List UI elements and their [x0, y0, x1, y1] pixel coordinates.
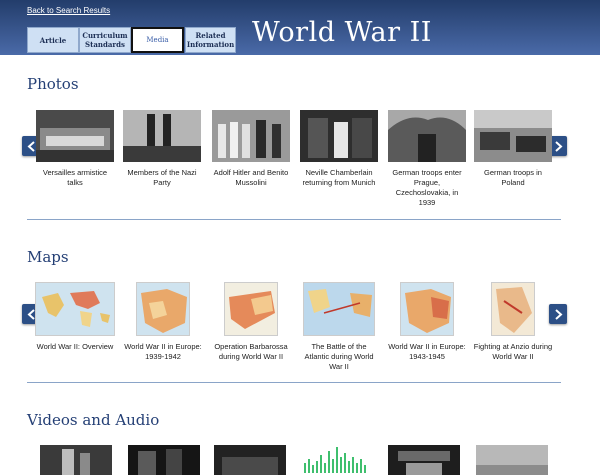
maps-section-title: Maps [27, 248, 69, 266]
map-item[interactable]: World War II in Europe: 1939-1942 [123, 282, 203, 362]
photo-item[interactable]: Neville Chamberlain returning from Munic… [299, 110, 379, 188]
map-item[interactable]: The Battle of the Atlantic during World … [299, 282, 379, 372]
map-thumbnail [136, 282, 190, 336]
map-item[interactable]: Operation Barbarossa during World War II [211, 282, 291, 362]
photo-thumbnail [300, 110, 378, 162]
photo-thumbnail [212, 110, 290, 162]
back-to-search-link[interactable]: Back to Search Results [27, 6, 110, 15]
video-thumbnail[interactable] [40, 445, 112, 475]
section-divider [27, 382, 561, 383]
page-title: World War II [252, 17, 432, 48]
tab-related-information[interactable]: Related Information [185, 27, 236, 53]
photo-caption: German troops in Poland [484, 168, 542, 187]
video-thumbnail[interactable] [214, 445, 286, 475]
tab-curriculum-label: Curriculum Standards [82, 31, 128, 49]
map-item[interactable]: World War II: Overview [35, 282, 115, 352]
map-item[interactable]: Fighting at Anzio during World War II [473, 282, 553, 362]
photo-caption: Neville Chamberlain returning from Munic… [302, 168, 376, 187]
video-thumbnail[interactable] [388, 445, 460, 475]
video-thumbnail[interactable] [128, 445, 200, 475]
tab-bar: Article Curriculum Standards Media Relate… [27, 27, 236, 53]
photo-caption: German troops enter Prague, Czechoslovak… [392, 168, 462, 207]
tab-related-label: Related Information [186, 31, 235, 49]
tab-media[interactable]: Media [131, 27, 184, 53]
map-caption: World War II in Europe: 1939-1942 [124, 342, 202, 361]
map-caption: Operation Barbarossa during World War II [214, 342, 288, 361]
map-caption: World War II in Europe: 1943-1945 [388, 342, 466, 361]
tab-article[interactable]: Article [27, 27, 79, 53]
map-caption: World War II: Overview [36, 342, 114, 351]
photo-thumbnail [36, 110, 114, 162]
photos-section-title: Photos [27, 75, 79, 93]
map-caption: The Battle of the Atlantic during World … [304, 342, 374, 371]
tab-article-label: Article [39, 35, 67, 45]
chevron-right-icon [554, 140, 562, 152]
map-thumbnail [303, 282, 375, 336]
map-caption: Fighting at Anzio during World War II [473, 342, 553, 361]
videos-section-title: Videos and Audio [27, 411, 160, 429]
map-thumbnail [224, 282, 278, 336]
audio-waveform-thumbnail[interactable] [300, 445, 372, 475]
map-thumbnail [35, 282, 115, 336]
photo-item[interactable]: German troops enter Prague, Czechoslovak… [387, 110, 467, 208]
tab-media-label: Media [146, 35, 169, 44]
header-bar: Back to Search Results Article Curriculu… [0, 0, 600, 55]
photo-item[interactable]: Versailles armistice talks [35, 110, 115, 188]
photo-item[interactable]: Adolf Hitler and Benito Mussolini [211, 110, 291, 188]
photo-thumbnail [474, 110, 552, 162]
photo-caption: Members of the Nazi Party [127, 168, 197, 187]
photo-thumbnail [388, 110, 466, 162]
tab-curriculum-standards[interactable]: Curriculum Standards [79, 27, 131, 53]
photo-caption: Versailles armistice talks [42, 168, 108, 187]
photo-item[interactable]: German troops in Poland [473, 110, 553, 188]
chevron-right-icon [554, 308, 562, 320]
photo-item[interactable]: Members of the Nazi Party [122, 110, 202, 188]
photo-thumbnail [123, 110, 201, 162]
map-thumbnail [400, 282, 454, 336]
photo-caption: Adolf Hitler and Benito Mussolini [213, 168, 289, 187]
section-divider [27, 219, 561, 220]
video-thumbnail[interactable] [476, 445, 548, 475]
map-thumbnail [491, 282, 535, 336]
map-item[interactable]: World War II in Europe: 1943-1945 [387, 282, 467, 362]
